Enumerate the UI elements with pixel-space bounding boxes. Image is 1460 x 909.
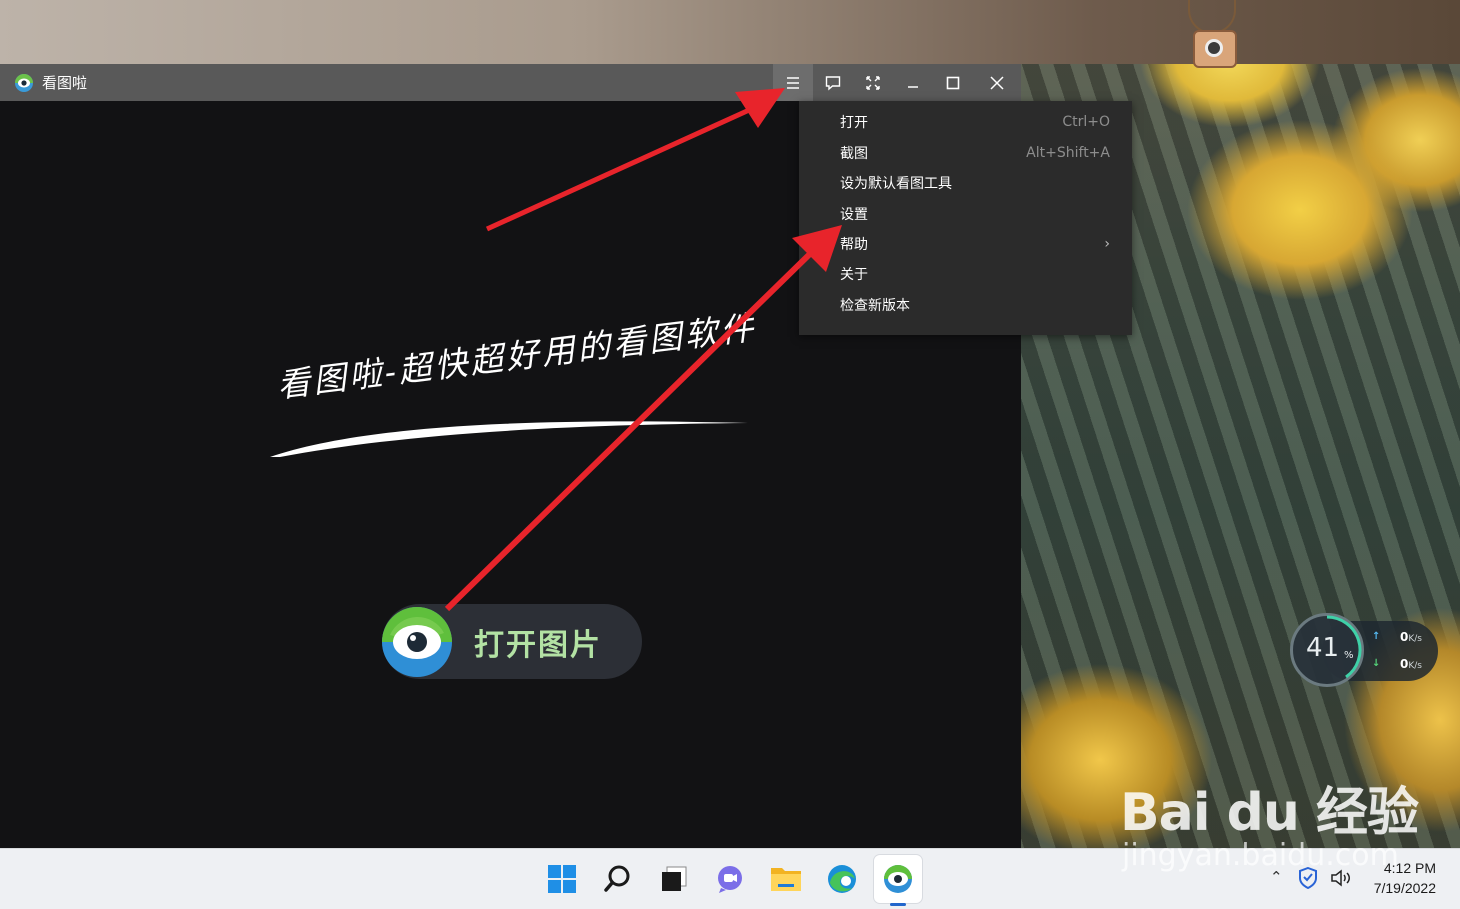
menu-item-label: 打开 xyxy=(840,115,868,131)
edge-icon xyxy=(828,865,856,893)
menu-icon xyxy=(787,76,799,89)
window-controls xyxy=(773,64,1021,101)
window-title: 看图啦 xyxy=(42,74,88,92)
search-button[interactable] xyxy=(594,855,642,903)
maximize-icon xyxy=(946,76,960,89)
menu-item-label: 截图 xyxy=(840,146,868,162)
menu-item-help[interactable]: 帮助 › xyxy=(799,230,1132,258)
menu-item-shortcut: Ctrl+O xyxy=(1062,114,1110,130)
task-view-button[interactable] xyxy=(650,855,698,903)
titlebar[interactable]: 看图啦 xyxy=(0,64,1021,101)
menu-button[interactable] xyxy=(773,64,813,101)
menu-item-screenshot[interactable]: 截图 Alt+Shift+A xyxy=(799,139,1132,167)
system-monitor-widget[interactable]: 41 % ↑ 0K/s ↓ 0K/s xyxy=(1290,613,1440,688)
menu-item-label: 帮助 xyxy=(840,237,868,253)
slogan-text: 看图啦-超快超好用的看图软件 xyxy=(275,307,759,406)
fullscreen-icon xyxy=(866,75,880,90)
chevron-right-icon: › xyxy=(1104,236,1110,252)
upload-arrow-icon: ↑ xyxy=(1372,631,1381,642)
main-menu: 打开 Ctrl+O 截图 Alt+Shift+A 设为默认看图工具 设置 帮助 … xyxy=(799,101,1132,335)
file-explorer-button[interactable] xyxy=(762,855,810,903)
download-speed: 0K/s xyxy=(1400,657,1422,671)
feedback-button[interactable] xyxy=(813,64,853,101)
camera-icon xyxy=(1193,30,1237,68)
menu-item-shortcut: Alt+Shift+A xyxy=(1026,145,1110,161)
menu-item-label: 关于 xyxy=(840,267,868,283)
usage-percent: 41 xyxy=(1306,633,1340,663)
menu-item-about[interactable]: 关于 xyxy=(799,260,1132,288)
search-icon xyxy=(604,865,630,892)
menu-item-check-update[interactable]: 检查新版本 xyxy=(799,291,1132,319)
slogan-swoosh xyxy=(270,421,748,457)
kantula-taskbar-button[interactable] xyxy=(874,855,922,906)
app-logo-icon xyxy=(15,73,33,92)
taskbar-apps xyxy=(538,855,922,906)
menu-item-label: 检查新版本 xyxy=(840,298,910,314)
chat-icon xyxy=(718,866,742,893)
wallpaper-top-strip xyxy=(0,0,1460,64)
menu-item-open[interactable]: 打开 Ctrl+O xyxy=(799,108,1132,136)
download-arrow-icon: ↓ xyxy=(1372,658,1381,669)
download-unit: K/s xyxy=(1408,661,1422,671)
upload-unit: K/s xyxy=(1408,634,1422,644)
menu-item-label: 设为默认看图工具 xyxy=(840,176,952,192)
kantula-logo-icon xyxy=(382,606,452,677)
minimize-button[interactable] xyxy=(893,64,933,101)
maximize-button[interactable] xyxy=(933,64,973,101)
start-icon xyxy=(548,865,576,893)
menu-item-label: 设置 xyxy=(840,207,868,223)
edge-button[interactable] xyxy=(818,855,866,903)
open-image-label: 打开图片 xyxy=(474,627,602,663)
feedback-icon xyxy=(825,75,841,91)
close-button[interactable] xyxy=(973,64,1021,101)
kantula-icon xyxy=(884,865,912,893)
fullscreen-button[interactable] xyxy=(853,64,893,101)
close-icon xyxy=(990,75,1004,90)
file-explorer-icon xyxy=(771,868,801,891)
upload-speed: 0K/s xyxy=(1400,630,1422,644)
clock-date[interactable]: 7/19/2022 xyxy=(1374,880,1436,896)
menu-item-settings[interactable]: 设置 xyxy=(799,200,1132,228)
open-image-button[interactable]: 打开图片 xyxy=(382,604,642,679)
start-button[interactable] xyxy=(538,855,586,903)
baidu-watermark: Bai du 经验 xyxy=(1120,783,1419,843)
menu-item-set-default[interactable]: 设为默认看图工具 xyxy=(799,169,1132,197)
minimize-icon xyxy=(908,85,918,88)
chat-button[interactable] xyxy=(706,855,754,903)
baidu-watermark-url: jingyan.baidu.com xyxy=(1122,838,1399,873)
usage-percent-sign: % xyxy=(1344,650,1354,661)
task-view-icon xyxy=(662,866,687,891)
